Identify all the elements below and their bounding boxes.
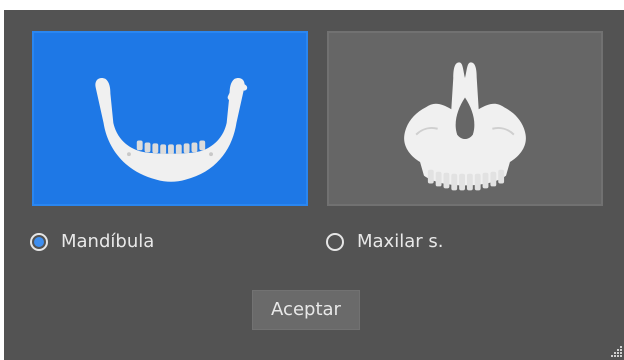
- accept-button[interactable]: Aceptar: [252, 290, 360, 330]
- mandibula-option-tile[interactable]: [32, 31, 308, 206]
- mandibula-radio-option[interactable]: Mandíbula: [30, 228, 154, 256]
- maxilar-radio-button[interactable]: [326, 233, 344, 251]
- mandibula-radio-label: Mandíbula: [61, 231, 155, 252]
- maxilla-icon: [404, 62, 526, 191]
- resize-grip-icon[interactable]: [608, 344, 624, 360]
- maxilar-radio-option[interactable]: Maxilar s.: [326, 228, 443, 256]
- arch-selection-dialog: Mandíbula Maxilar s. Aceptar: [4, 10, 624, 360]
- mandibula-radio-button[interactable]: [30, 233, 48, 251]
- maxilar-radio-label: Maxilar s.: [357, 231, 444, 252]
- radio-selected-dot: [34, 237, 44, 247]
- maxilar-option-tile[interactable]: [327, 31, 603, 206]
- mandible-icon: [95, 77, 248, 182]
